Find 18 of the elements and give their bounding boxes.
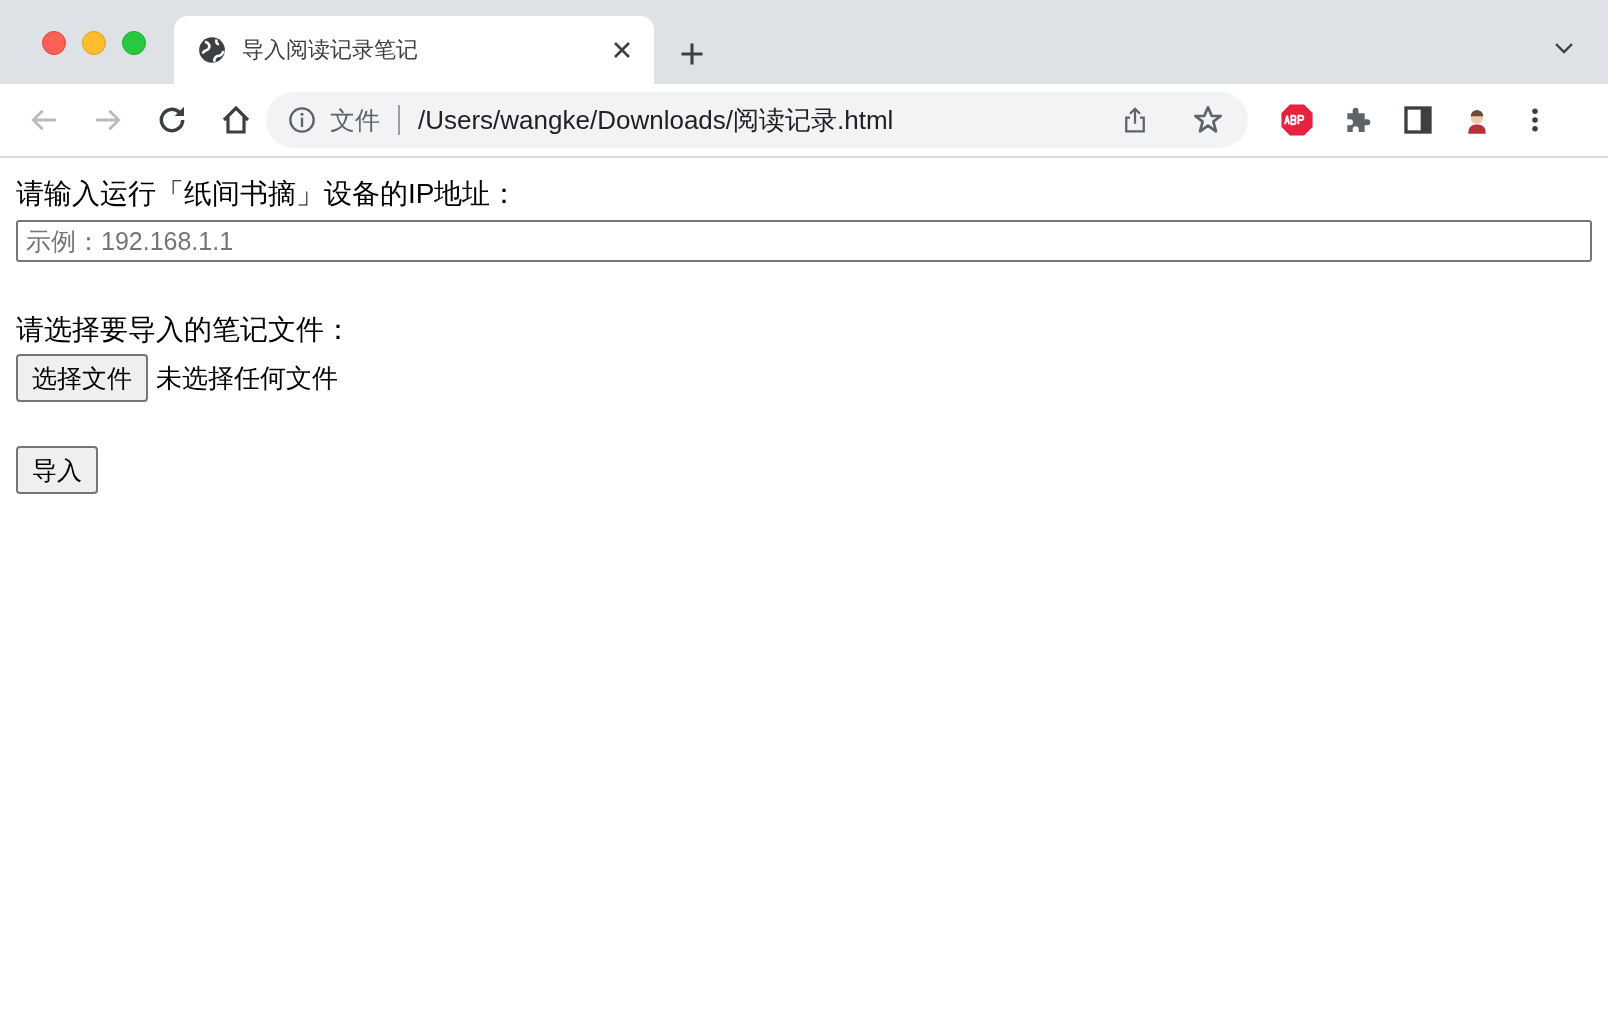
- close-window-button[interactable]: [42, 31, 66, 55]
- info-icon[interactable]: [288, 106, 316, 134]
- input-field[interactable]: 示例：192.168.1.1: [16, 220, 1592, 262]
- import-button[interactable]: 导入: [16, 446, 98, 494]
- address-bar[interactable]: 文件 /Users/wangke/Downloads/阅读记录.html: [266, 92, 1248, 148]
- globe-icon: [198, 36, 226, 64]
- field-label: 请选择要导入的笔记文件：: [16, 313, 352, 347]
- security-label[interactable]: 文件: [330, 103, 380, 137]
- file-status-text: 未选择任何文件: [156, 361, 338, 395]
- browser-tab[interactable]: 导入阅读记录笔记: [174, 16, 654, 84]
- choose-file-button[interactable]: 选择文件: [16, 354, 148, 402]
- url-text[interactable]: /Users/wangke/Downloads/阅读记录.html: [418, 102, 1106, 138]
- star-icon[interactable]: [1192, 104, 1224, 136]
- side-panel-icon[interactable]: [1402, 104, 1434, 136]
- home-icon[interactable]: [220, 104, 252, 136]
- field-label: 请输入运行「纸间书摘」设备的IP地址：: [16, 177, 519, 211]
- stop-sign-icon[interactable]: [1280, 103, 1314, 137]
- tab-title: 导入阅读记录笔记: [242, 36, 419, 64]
